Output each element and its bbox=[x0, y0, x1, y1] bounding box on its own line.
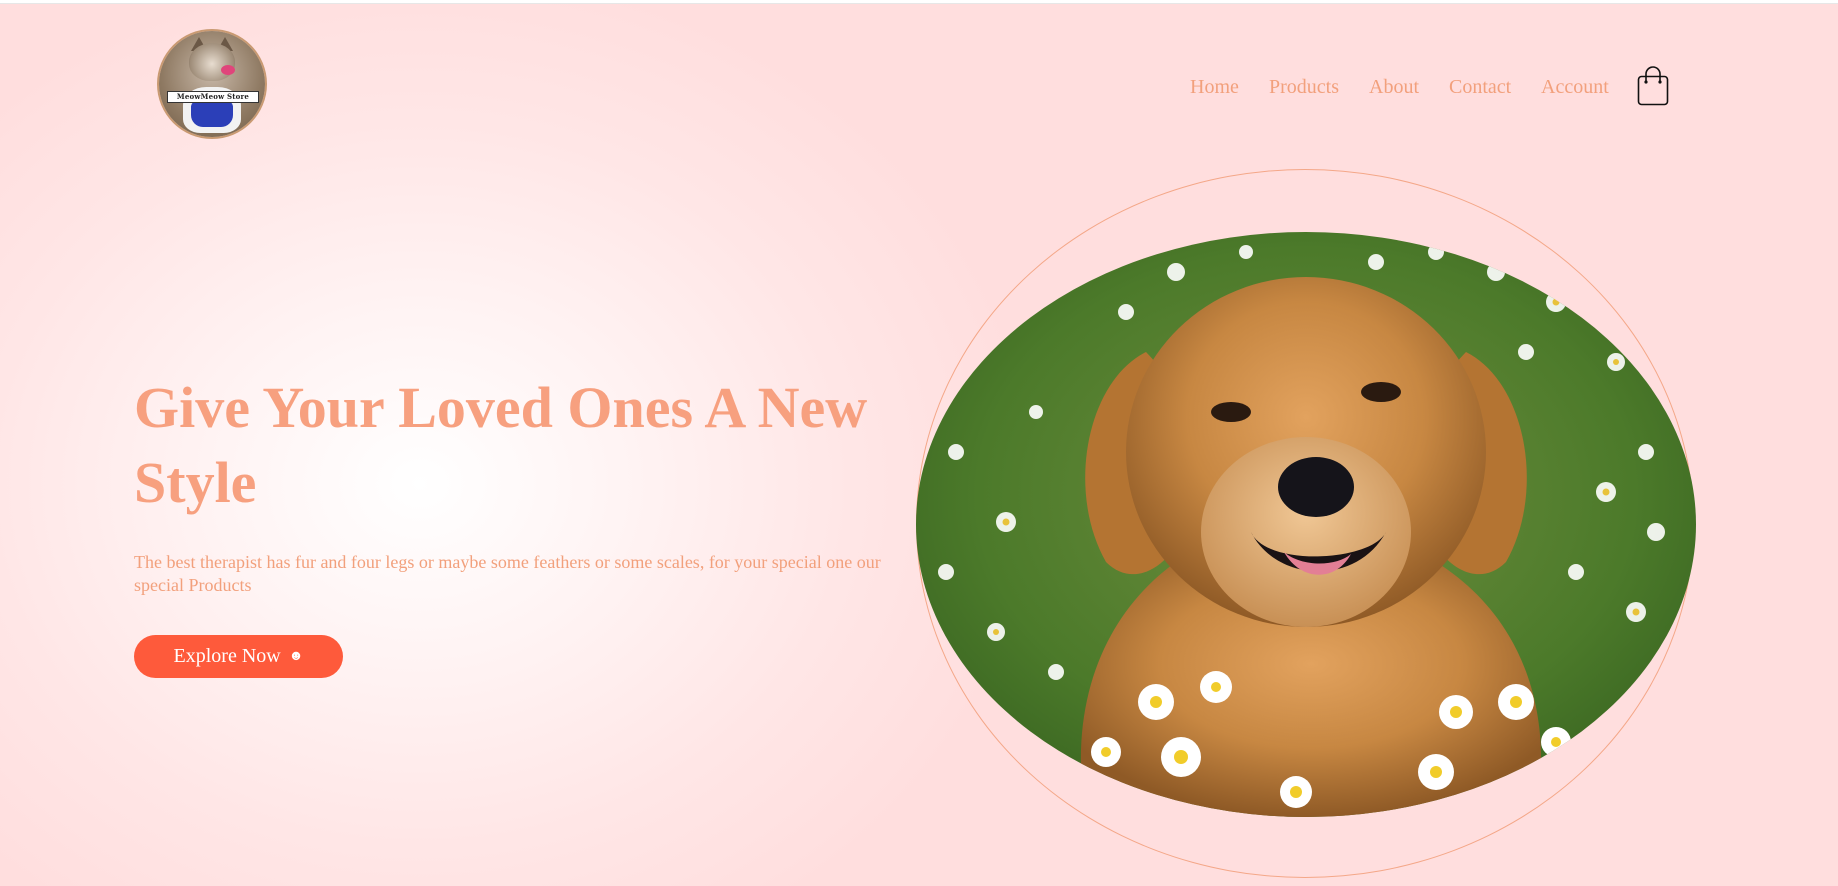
explore-now-label: Explore Now bbox=[173, 645, 281, 667]
store-logo[interactable]: MeowMeow Store bbox=[159, 31, 265, 137]
page: MeowMeow Store Home Products About Conta… bbox=[0, 3, 1838, 886]
logo-cat-head bbox=[189, 43, 235, 81]
nav-about-link[interactable]: About bbox=[1369, 76, 1419, 99]
logo-bow bbox=[221, 65, 235, 75]
explore-now-button[interactable]: Explore Now ☻ bbox=[134, 635, 343, 678]
nav-account-link[interactable]: Account bbox=[1541, 76, 1609, 99]
shopping-bag-icon[interactable] bbox=[1637, 66, 1669, 106]
nav-contact-link[interactable]: Contact bbox=[1449, 76, 1511, 99]
smiley-icon: ☻ bbox=[288, 648, 304, 664]
nav-products-link[interactable]: Products bbox=[1269, 76, 1339, 99]
hero-dog-image bbox=[916, 232, 1696, 817]
logo-overalls bbox=[191, 101, 233, 127]
hero-title: Give Your Loved Ones A New Style bbox=[134, 375, 868, 515]
hero-subtitle: The best therapist has fur and four legs… bbox=[134, 552, 881, 595]
logo-banner-text: MeowMeow Store bbox=[167, 91, 259, 103]
nav-home-link[interactable]: Home bbox=[1190, 76, 1239, 99]
